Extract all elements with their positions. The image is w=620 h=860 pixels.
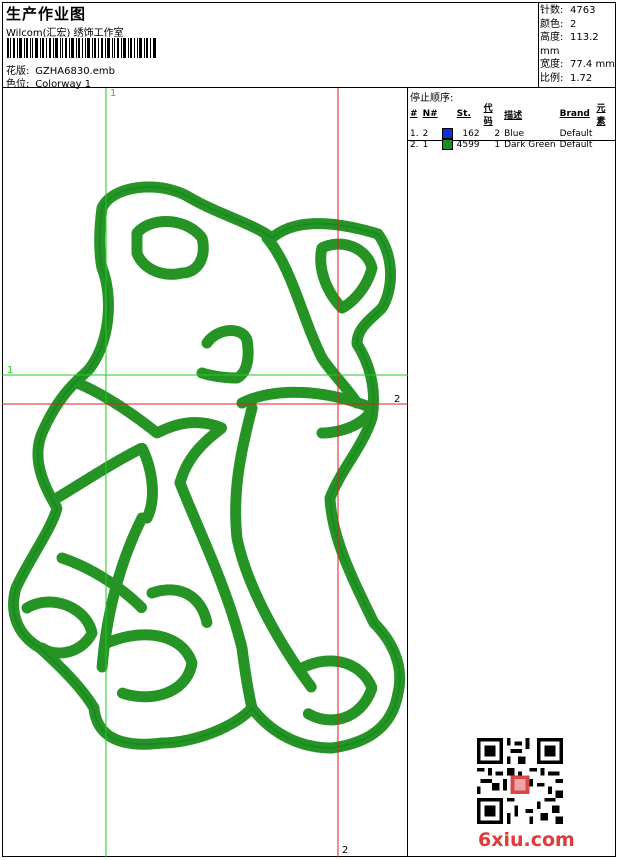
color-swatch	[441, 139, 453, 150]
red-guide-label-h: 2	[394, 394, 401, 405]
col-brand: Brand	[559, 109, 590, 119]
table-row: 2. 1 4599 1 Dark Green Default	[410, 139, 593, 150]
col-element: 元素	[596, 104, 606, 127]
red-guide-label-v: 2	[342, 845, 349, 856]
design-canvas: 1 1 2 2	[2, 88, 408, 857]
table-row: 1. 2 162 2 Blue Default	[410, 128, 593, 139]
col-swatch	[441, 101, 456, 128]
stat-colors: 颜色: 2	[540, 18, 577, 30]
col-num: #	[410, 109, 418, 119]
green-guide-label-v: 1	[110, 88, 117, 99]
color-swatch	[441, 128, 453, 139]
watermark: 6xiu.com	[478, 829, 575, 851]
page-title: 生产作业图	[6, 5, 87, 23]
stat-scale: 比例: 1.72	[540, 72, 593, 84]
col-stitches: St.	[456, 109, 471, 119]
header-info: 生产作业图 Wilcom(汇宏) 绣饰工作室 花版: GZHA6830.emb …	[2, 2, 539, 90]
barcode	[7, 38, 156, 58]
embroidery-preview	[2, 88, 408, 857]
stat-height: 高度: 113.2 mm	[540, 32, 599, 57]
stop-sequence-header: 停止顺序: # N# St. 代码 描述 Brand 元素 1. 2 162 2…	[408, 88, 616, 150]
stop-sequence-table: # N# St. 代码 描述 Brand 元素 1. 2 162 2 Blue …	[409, 101, 616, 150]
stat-stitches: 针数: 4763	[540, 5, 596, 16]
studio-name: Wilcom(汇宏) 绣饰工作室	[6, 28, 124, 39]
stat-width: 宽度: 77.4 mm	[540, 59, 615, 70]
col-needle: N#	[422, 109, 438, 119]
header: 生产作业图 Wilcom(汇宏) 绣饰工作室 花版: GZHA6830.emb …	[2, 2, 616, 90]
qr-code	[477, 738, 563, 824]
design-stats: 针数: 4763 颜色: 2 高度: 113.2 mm 宽度: 77.4 mm 比例: 1…	[540, 4, 616, 85]
green-stitching	[8, 181, 406, 754]
green-guide-label-h: 1	[7, 365, 14, 376]
col-code: 代码	[483, 104, 493, 127]
col-desc: 描述	[504, 110, 523, 121]
